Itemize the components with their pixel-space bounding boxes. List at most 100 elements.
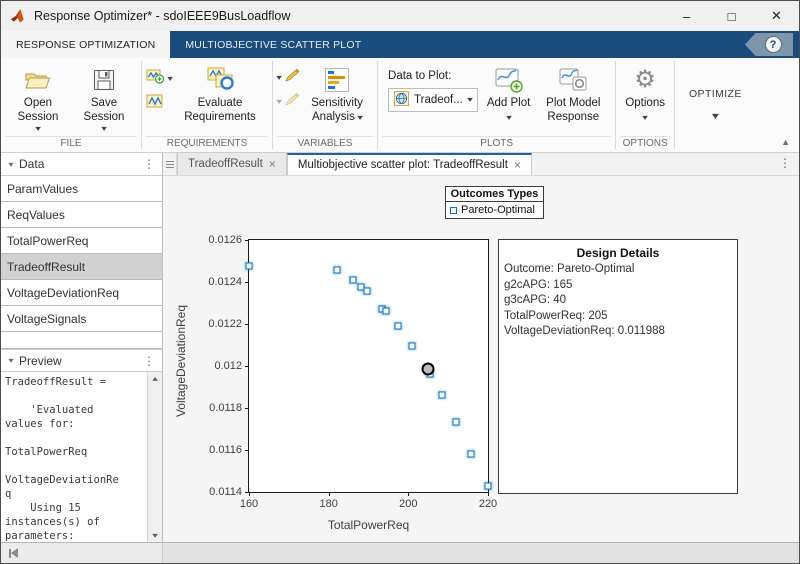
plot-model-response-button[interactable]: Plot Model Response [535, 62, 611, 125]
close-icon[interactable]: × [514, 158, 521, 172]
selected-point-highlight[interactable] [422, 362, 435, 375]
plot-model-response-icon [558, 64, 588, 96]
tab-strip-grip[interactable] [163, 153, 177, 175]
scatter-point[interactable] [395, 322, 402, 329]
chevron-down-icon[interactable]: ▾ [276, 98, 282, 106]
scatter-point[interactable] [453, 419, 460, 426]
data-item-ParamValues[interactable]: ParamValues [1, 176, 162, 202]
ribbon-toolbar: Open Session ▾ Save Session ▾ [1, 58, 799, 153]
tradeoff-result-icon [394, 91, 409, 109]
y-tick-label: 0.012 [214, 360, 242, 372]
data-item-ReqValues[interactable]: ReqValues [1, 202, 162, 228]
save-session-button[interactable]: Save Session ▾ [71, 62, 137, 133]
scroll-down-icon[interactable]: ▾ [152, 531, 158, 540]
tab-multiobjective-scatter-plot[interactable]: MULTIOBJECTIVE SCATTER PLOT [170, 31, 376, 58]
y-tick-mark [245, 492, 249, 493]
doc-tab[interactable]: Multiobjective scatter plot: TradeoffRes… [287, 153, 532, 175]
new-requirement-icon[interactable] [146, 68, 165, 89]
kebab-menu-icon[interactable]: ⋮ [143, 354, 155, 368]
options-label: Options [625, 96, 665, 110]
data-to-plot-value: Tradeof... [414, 94, 463, 106]
sensitivity-analysis-icon [324, 64, 350, 96]
legend-item[interactable]: Pareto-Optimal [446, 202, 543, 218]
data-item-TradeoffResult[interactable]: TradeoffResult [1, 254, 162, 280]
scatter-point[interactable] [383, 307, 390, 314]
preview-panel-title: Preview [19, 354, 143, 368]
square-marker-icon [450, 207, 457, 214]
evaluate-requirements-button[interactable]: Evaluate Requirements [172, 62, 268, 125]
tab-response-optimization[interactable]: RESPONSE OPTIMIZATION [1, 31, 170, 58]
design-details-title: Design Details [499, 246, 737, 260]
kebab-menu-icon[interactable]: ⋮ [779, 156, 791, 170]
section-file: Open Session ▾ Save Session ▾ [1, 58, 141, 152]
details-line: VoltageDeviationReq: 0.011988 [499, 324, 737, 340]
x-tick-mark [408, 492, 409, 496]
open-session-label: Open Session [10, 96, 66, 125]
open-session-button[interactable]: Open Session ▾ [5, 62, 71, 133]
preview-content: TradeoffResult = 'Evaluated values for: … [1, 372, 162, 542]
sensitivity-analysis-button[interactable]: Sensitivity Analysis ▾ [301, 62, 373, 125]
section-options: ⚙ Options ▾ OPTIONS [616, 58, 674, 152]
y-tick-mark [245, 324, 249, 325]
scroll-up-icon[interactable]: ▴ [152, 374, 158, 383]
plot-legend[interactable]: Outcomes Types Pareto-Optimal [445, 186, 544, 219]
edit-pencil-icon[interactable] [284, 68, 301, 88]
close-icon[interactable]: × [269, 157, 276, 171]
section-label-variables: VARIABLES [277, 136, 373, 152]
collapse-caret-icon[interactable]: ▾ [8, 356, 13, 365]
scatter-point[interactable] [409, 342, 416, 349]
add-plot-button[interactable]: Add Plot ▾ [482, 62, 535, 123]
x-axis-label: TotalPowerReq [248, 518, 489, 532]
scatter-point[interactable] [363, 288, 370, 295]
x-tick-mark [488, 492, 489, 496]
kebab-menu-icon[interactable]: ⋮ [143, 157, 155, 171]
y-tick-mark [245, 240, 249, 241]
preview-panel-header: ▾ Preview ⋮ [1, 349, 162, 372]
minimize-ribbon-icon[interactable]: ▲ [781, 137, 790, 147]
x-tick-mark [329, 492, 330, 496]
details-line: g2cAPG: 165 [499, 278, 737, 294]
preview-text: TradeoffResult = 'Evaluated values for: … [1, 372, 147, 542]
section-label-options: OPTIONS [620, 136, 670, 152]
scatter-point[interactable] [333, 267, 340, 274]
help-button[interactable]: ? [745, 33, 793, 56]
maximize-icon[interactable]: □ [709, 1, 754, 31]
scatter-point[interactable] [246, 263, 253, 270]
y-tick-mark [245, 450, 249, 451]
minimize-icon[interactable]: – [664, 1, 709, 31]
scatter-point[interactable] [468, 450, 475, 457]
scatter-point[interactable] [439, 391, 446, 398]
section-label-file: FILE [5, 136, 137, 152]
y-tick-label: 0.0122 [208, 318, 242, 330]
data-item-VoltageSignals[interactable]: VoltageSignals [1, 306, 162, 332]
data-item-VoltageDeviationReq[interactable]: VoltageDeviationReq [1, 280, 162, 306]
data-item-TotalPowerReq[interactable]: TotalPowerReq [1, 228, 162, 254]
y-tick-mark [245, 408, 249, 409]
collapse-caret-icon[interactable]: ▾ [8, 160, 13, 169]
question-icon: ? [765, 36, 782, 53]
preview-scrollbar[interactable]: ▴ ▾ [147, 372, 162, 542]
optimize-button[interactable]: OPTIMIZE ▾ [675, 58, 756, 152]
requirement-signal-icon[interactable] [146, 93, 165, 114]
data-panel-title: Data [19, 157, 143, 171]
save-session-label: Save Session [76, 96, 132, 125]
plot-canvas: Outcomes Types Pareto-Optimal 1601802002… [163, 176, 799, 542]
chevron-down-icon[interactable]: ▾ [276, 74, 282, 82]
x-tick-mark [249, 492, 250, 496]
section-variables: ▾ ▾ [273, 58, 377, 152]
data-to-plot-label: Data to Plot: [388, 70, 478, 82]
data-item-empty[interactable] [1, 332, 162, 349]
doc-tab[interactable]: TradeoffResult× [177, 153, 287, 175]
evaluate-requirements-icon [204, 64, 236, 96]
chevron-down-icon: ▾ [467, 96, 473, 104]
close-icon[interactable]: ✕ [754, 1, 799, 31]
scatter-point[interactable] [485, 483, 492, 490]
chevron-down-icon[interactable]: ▾ [167, 75, 173, 83]
plot-model-response-label: Plot Model Response [540, 96, 606, 125]
data-to-plot-dropdown[interactable]: Tradeof... ▾ [388, 88, 478, 112]
scatter-point[interactable] [349, 276, 356, 283]
plot-area[interactable]: 1601802002200.01140.01160.01180.0120.012… [248, 239, 489, 493]
skip-to-start-icon[interactable] [9, 548, 18, 558]
y-tick-label: 0.0116 [209, 444, 242, 456]
options-button[interactable]: ⚙ Options ▾ [620, 62, 670, 123]
